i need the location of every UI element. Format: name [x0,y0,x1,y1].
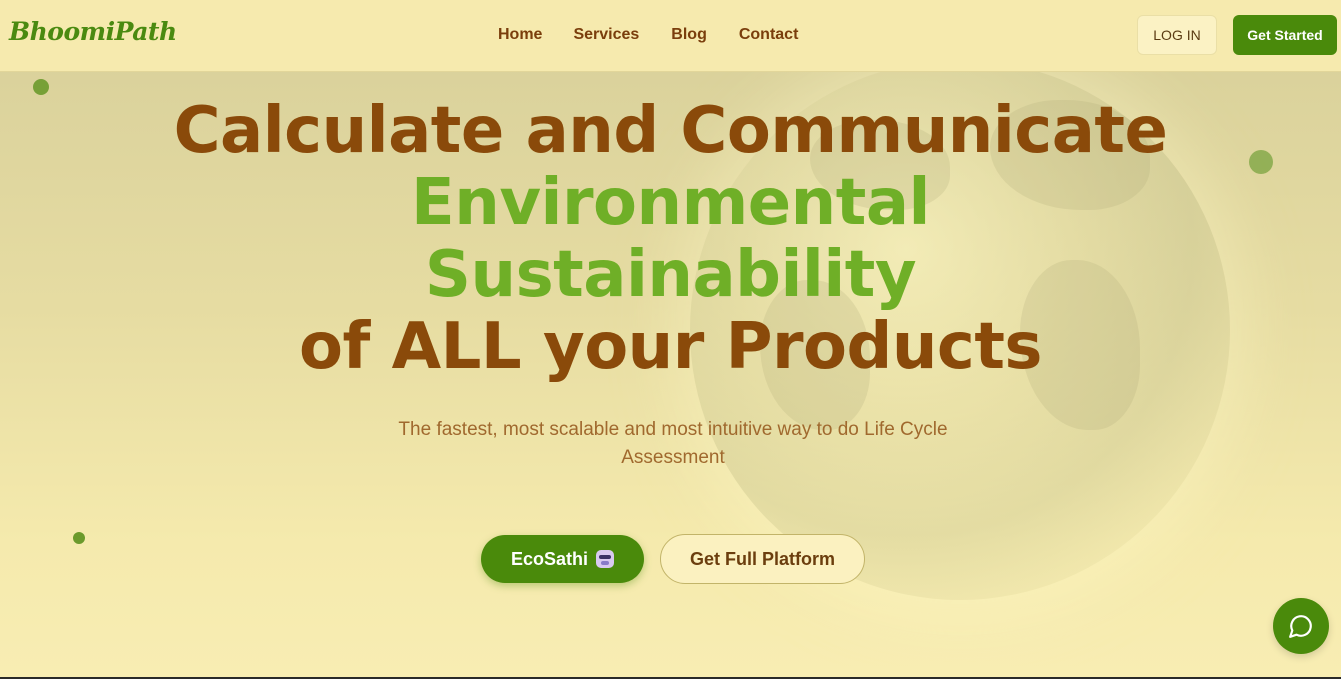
hero-subtitle: The fastest, most scalable and most intu… [398,419,948,468]
nav-link-services[interactable]: Services [573,26,639,44]
top-navbar: BhoomiPath Home Services Blog Contact LO… [0,0,1341,72]
login-button[interactable]: LOG IN [1137,15,1217,55]
robot-icon [596,550,615,568]
decorative-dot [33,79,49,95]
hero-section: Calculate and Communicate Environmental … [0,95,1341,383]
chat-bubble-icon [1289,615,1312,638]
nav-link-blog[interactable]: Blog [671,26,707,44]
brand-logo[interactable]: BhoomiPath [9,17,177,46]
nav-links: Home Services Blog Contact [498,26,798,44]
ecosathi-button-label: EcoSathi [510,548,589,569]
ecosathi-button[interactable]: EcoSathi [481,535,644,583]
headline-line-3: Sustainability [424,238,917,312]
headline-line-2: Environmental [411,166,930,240]
decorative-dot [73,532,85,544]
headline-line-1: Calculate and Communicate [173,94,1168,168]
hero-headline: Calculate and Communicate Environmental … [0,95,1341,383]
nav-link-home[interactable]: Home [498,26,542,44]
nav-link-contact[interactable]: Contact [739,26,799,44]
get-started-button[interactable]: Get Started [1233,15,1337,55]
headline-line-4: of ALL your Products [299,310,1043,384]
chat-button[interactable] [1273,598,1329,654]
get-full-platform-button[interactable]: Get Full Platform [660,534,865,584]
